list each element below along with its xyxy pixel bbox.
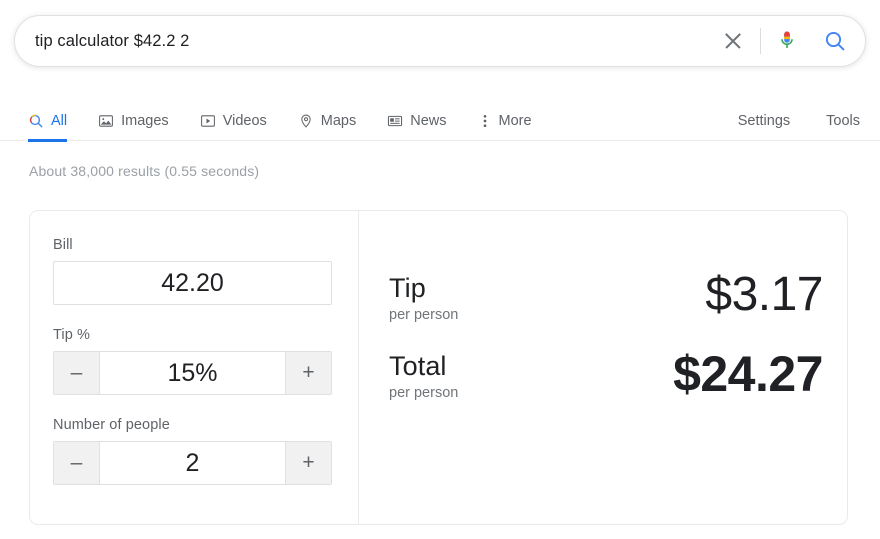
tab-label: All (51, 113, 67, 129)
microphone-icon[interactable] (775, 28, 799, 54)
tip-result-value: $3.17 (705, 271, 823, 319)
tip-calculator-card: Bill 42.20 Tip % – 15% + Number of peopl… (29, 210, 848, 525)
tip-result-labels: Tip per person (389, 271, 458, 323)
tip-result-label: Tip (389, 275, 458, 302)
tab-label: News (410, 113, 446, 129)
tip-percent-label: Tip % (53, 327, 334, 343)
location-pin-icon (298, 113, 314, 129)
tip-percent-stepper: – 15% + (53, 351, 332, 395)
total-result-value: $24.27 (673, 349, 823, 399)
total-result-labels: Total per person (389, 349, 458, 401)
tip-percent-increment-button[interactable]: + (285, 352, 331, 394)
search-icon[interactable] (823, 29, 847, 53)
divider (760, 28, 761, 54)
settings-button[interactable]: Settings (738, 113, 790, 129)
tip-percent-decrement-button[interactable]: – (54, 352, 100, 394)
tab-images[interactable]: Images (98, 100, 169, 141)
tab-videos[interactable]: Videos (200, 100, 267, 141)
people-stepper: – 2 + (53, 441, 332, 485)
calculator-results-panel: Tip per person $3.17 Total per person $2… (359, 211, 847, 524)
nav-right-links: Settings Tools (702, 100, 860, 141)
bill-label: Bill (53, 237, 334, 253)
people-decrement-button[interactable]: – (54, 442, 100, 484)
tab-label: Videos (223, 113, 267, 129)
image-icon (98, 113, 114, 129)
results-count: About 38,000 results (0.55 seconds) (29, 163, 259, 179)
tab-all[interactable]: All (28, 100, 67, 141)
close-icon[interactable] (720, 28, 746, 54)
video-icon (200, 113, 216, 129)
tab-label: Maps (321, 113, 356, 129)
active-tab-underline (28, 139, 67, 142)
google-search-page: tip calculator $42.2 2 (0, 0, 880, 539)
search-icon (28, 113, 44, 129)
tip-percent-value[interactable]: 15% (100, 352, 285, 394)
total-result-sublabel: per person (389, 385, 458, 401)
search-input[interactable]: tip calculator $42.2 2 (15, 32, 720, 51)
people-increment-button[interactable]: + (285, 442, 331, 484)
tools-button[interactable]: Tools (826, 113, 860, 129)
tab-more[interactable]: More (478, 100, 532, 141)
search-tabs: All Images (28, 100, 563, 141)
total-result-row: Total per person $24.27 (389, 349, 823, 401)
calculator-inputs-panel: Bill 42.20 Tip % – 15% + Number of peopl… (30, 211, 359, 524)
people-label: Number of people (53, 417, 334, 433)
tab-maps[interactable]: Maps (298, 100, 356, 141)
people-value[interactable]: 2 (100, 442, 285, 484)
search-nav-bar: All Images (0, 100, 880, 141)
bill-input[interactable]: 42.20 (53, 261, 332, 305)
more-vertical-icon (478, 113, 492, 129)
tab-label: More (499, 113, 532, 129)
tab-label: Images (121, 113, 169, 129)
tip-result-sublabel: per person (389, 307, 458, 323)
total-result-label: Total (389, 353, 458, 380)
search-bar-icons (720, 28, 865, 54)
tab-news[interactable]: News (387, 100, 446, 141)
search-bar[interactable]: tip calculator $42.2 2 (14, 15, 866, 67)
newspaper-icon (387, 113, 403, 129)
tip-result-row: Tip per person $3.17 (389, 271, 823, 323)
